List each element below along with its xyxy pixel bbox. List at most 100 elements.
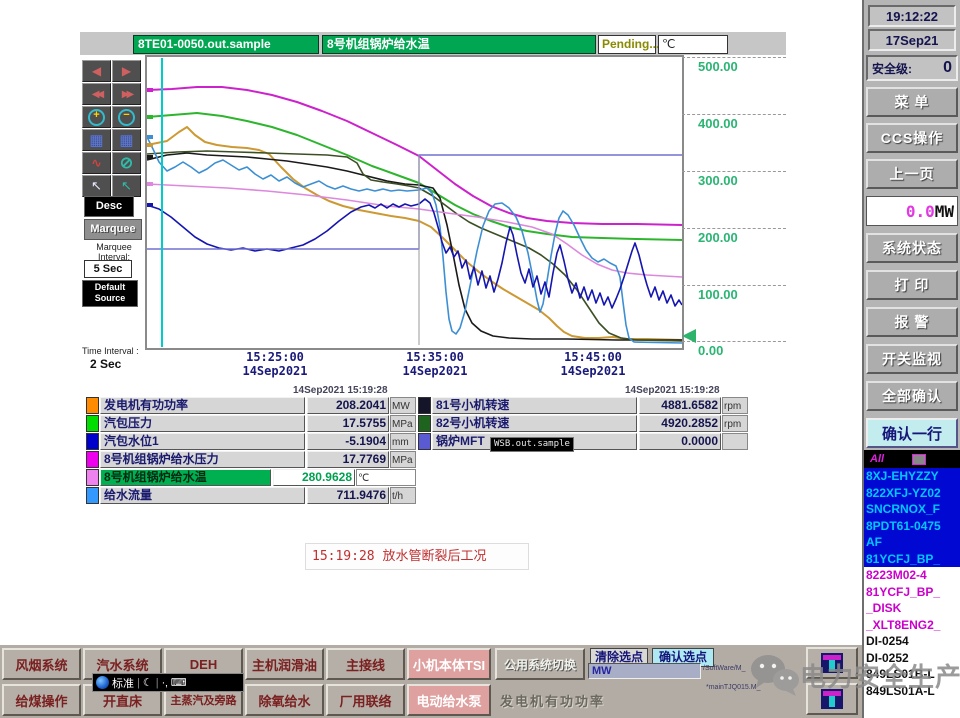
legend-unit — [722, 433, 748, 450]
clock-time: 19:12:22 — [868, 5, 956, 27]
legend-row-selected[interactable]: 8号机组锅炉给水温 280.9628 ℃ — [86, 469, 416, 486]
menu-geimei[interactable]: 给煤操作 — [2, 684, 81, 716]
alarm-item[interactable]: SNCRNOX_F — [864, 501, 960, 518]
mw-select-field[interactable]: MW — [588, 663, 701, 679]
legend-row[interactable]: 给水流量 711.9476 t/h — [86, 487, 416, 504]
legend-value: -5.1904 — [307, 433, 389, 450]
window-view-icon[interactable]: ▦ — [82, 129, 111, 151]
clock-date: 17Sep21 — [868, 29, 956, 51]
zoom-in-icon[interactable]: + — [82, 106, 111, 128]
ime-toolbar[interactable]: 标准 | ☾ | ·‚ ⌨ — [92, 673, 244, 692]
legend-row[interactable]: 发电机有功功率 208.2041 MW — [86, 397, 416, 414]
legend-value: 4920.2852 — [639, 415, 721, 432]
software-path-text: /SoftWare/M_ — [703, 665, 746, 672]
legend-name: 发电机有功功率 — [100, 397, 305, 414]
y-tick-300: 300.00 — [682, 171, 786, 191]
legend-row[interactable]: 8号机组锅炉给水压力 17.7769 MPa — [86, 451, 416, 468]
suppress-icon[interactable]: ⊘ — [112, 152, 141, 174]
legend-value: 711.9476 — [307, 487, 389, 504]
cursor-icon[interactable]: ↖ — [82, 175, 111, 197]
step-back-icon[interactable]: ◀ — [82, 60, 111, 82]
mw-unit: MW — [934, 201, 954, 221]
alarm-item[interactable]: DI-0252 — [864, 649, 960, 666]
trend-pen-icon[interactable]: ∿ — [82, 152, 111, 174]
zero-level-marker-icon — [682, 329, 696, 343]
trend-header-strip: 8TE01-0050.out.sample 8号机组锅炉给水温 Pending.… — [80, 32, 786, 55]
all-filter-label[interactable]: All — [870, 453, 884, 465]
pen-color-swatch — [418, 397, 431, 414]
point-tag-box[interactable]: 8TE01-0050.out.sample — [133, 35, 319, 54]
legend-unit: t/h — [390, 487, 416, 504]
alarm-item[interactable]: _XLT8ENG2_ — [864, 616, 960, 633]
fast-forward-icon[interactable]: ▶▶ — [112, 83, 141, 105]
switch-monitor-button[interactable]: 开关监视 — [866, 344, 958, 374]
pen-axis-marker — [147, 182, 153, 186]
pen-axis-marker — [147, 88, 153, 92]
desc-button[interactable]: Desc — [84, 196, 134, 217]
x-tick-2: 15:35:00 14Sep2021 — [402, 350, 468, 378]
mw-display: 0.0 MW — [866, 196, 958, 226]
trend-page-button-2[interactable] — [806, 683, 858, 715]
bottom-menu-bar: 风烟系统 汽水系统 DEH 主机润滑油 主接线 小机本体TSI 公用系统切换 给… — [0, 645, 862, 718]
trend-plot-area[interactable] — [145, 55, 684, 350]
menu-diandong-pump[interactable]: 电动给水泵 — [407, 684, 491, 716]
point-description-box[interactable]: 8号机组锅炉给水温 — [322, 35, 596, 54]
legend-row[interactable]: 汽包水位1 -5.1904 mm — [86, 433, 416, 450]
alarm-button[interactable]: 报 警 — [866, 307, 958, 337]
cursor-suppress-icon[interactable]: ↖ — [112, 175, 141, 197]
menu-runhuayou[interactable]: 主机润滑油 — [245, 648, 324, 680]
legend-value: 17.7769 — [307, 451, 389, 468]
zoom-out-icon[interactable]: − — [112, 106, 141, 128]
alarm-item[interactable]: _DISK — [864, 600, 960, 617]
legend-value: 280.9628 — [273, 469, 355, 486]
right-table-timestamp: 14Sep2021 15:19:28 — [625, 385, 720, 396]
alarm-item[interactable]: 849LS01B-L — [864, 666, 960, 683]
ccs-operate-button[interactable]: CCS操作 — [866, 123, 958, 153]
alarm-item[interactable]: DI-0254 — [864, 633, 960, 650]
default-source-button[interactable]: Default Source — [82, 280, 138, 307]
legend-unit: ℃ — [356, 469, 416, 486]
system-status-button[interactable]: 系统状态 — [866, 233, 958, 263]
legend-row[interactable]: 82号小机转速 4920.2852 rpm — [418, 415, 748, 432]
menu-fengyan[interactable]: 风烟系统 — [2, 648, 81, 680]
ime-mode-label[interactable]: 标准 — [112, 675, 134, 691]
dcs-trend-screen: 8TE01-0050.out.sample 8号机组锅炉给水温 Pending.… — [0, 0, 960, 718]
pen-axis-marker — [147, 135, 153, 139]
print-button[interactable]: 打 印 — [866, 270, 958, 300]
ime-keyboard-icon[interactable]: ⌨ — [171, 676, 187, 689]
menu-zhujiexian[interactable]: 主接线 — [326, 648, 405, 680]
confirm-one-row-button[interactable]: 确认一行 — [866, 418, 958, 448]
legend-name: 汽包水位1 — [100, 433, 305, 450]
legend-row[interactable]: 汽包压力 17.5755 MPa — [86, 415, 416, 432]
legend-row[interactable]: 81号小机转速 4881.6582 rpm — [418, 397, 748, 414]
marquee-interval-label: Marquee Interval: — [96, 242, 132, 262]
ime-fullhalf-icon[interactable]: ☾ — [143, 676, 153, 689]
legend-row[interactable]: 锅炉MFT 0.0000 — [418, 433, 748, 450]
grid-view-icon[interactable]: ▦ — [112, 129, 141, 151]
alarm-item[interactable]: AF — [864, 534, 960, 551]
menu-xiaoji-tsi[interactable]: 小机本体TSI — [407, 648, 491, 680]
menu-chuyang[interactable]: 除氧给水 — [245, 684, 324, 716]
alarm-monitor-icon[interactable] — [912, 453, 927, 465]
alarm-item[interactable]: 8223M02-4 — [864, 567, 960, 584]
alarm-item[interactable]: 8XJ-EHYZZY — [864, 468, 960, 485]
legend-name: 8号机组锅炉给水压力 — [100, 451, 305, 468]
fast-back-icon[interactable]: ◀◀ — [82, 83, 111, 105]
marquee-button[interactable]: Marquee — [84, 219, 142, 240]
alarm-item[interactable]: 81YCFJ_BP_ — [864, 550, 960, 567]
trend-page-button-1[interactable] — [806, 647, 858, 679]
marquee-interval-value[interactable]: 5 Sec — [84, 260, 132, 278]
alarm-item[interactable]: 81YCFJ_BP_ — [864, 583, 960, 600]
menu-common-switch[interactable]: 公用系统切换 — [495, 648, 585, 680]
ime-punct-icon[interactable]: ·‚ — [162, 677, 168, 689]
previous-page-button[interactable]: 上一页 — [866, 159, 958, 189]
menu-button[interactable]: 菜 单 — [866, 87, 958, 117]
alarm-item[interactable]: 8PDT61-0475 — [864, 517, 960, 534]
menu-changyong[interactable]: 厂用联络 — [326, 684, 405, 716]
unit-box: ℃ — [658, 35, 728, 54]
confirm-all-button[interactable]: 全部确认 — [866, 381, 958, 411]
y-tick-100: 100.00 — [682, 285, 786, 305]
alarm-item[interactable]: 849LS01A-L — [864, 682, 960, 699]
alarm-item[interactable]: 822XFJ-YZ02 — [864, 484, 960, 501]
step-forward-icon[interactable]: ▶ — [112, 60, 141, 82]
